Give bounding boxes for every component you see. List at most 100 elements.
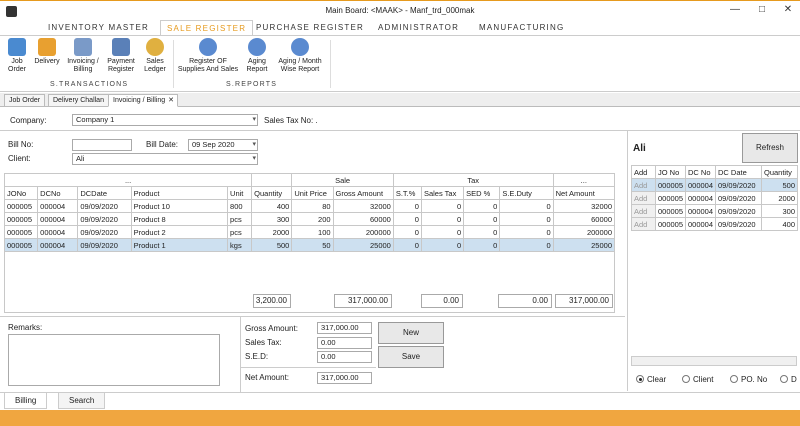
register-report-label: Register OF Supplies And Sales — [177, 58, 239, 73]
invoicing-billing-button[interactable]: Invoicing / Billing — [66, 38, 100, 74]
total-sales-tax: 0.00 — [421, 294, 463, 308]
cell[interactable]: 09/09/2020 — [715, 204, 762, 218]
bill-no-input[interactable] — [72, 139, 132, 151]
table-row-selected[interactable]: Add 000005 000004 09/09/2020 500 — [631, 178, 798, 192]
cell[interactable]: 000004 — [685, 178, 716, 192]
payment-register-icon — [112, 38, 130, 56]
delivery-button[interactable]: Delivery — [33, 38, 61, 66]
cell[interactable]: 000005 — [655, 178, 686, 192]
sed-label: S.E.D: — [245, 352, 269, 361]
company-select[interactable]: Company 1 ▾ — [72, 114, 258, 126]
cell[interactable]: 300 — [761, 204, 798, 218]
horizontal-scrollbar[interactable] — [631, 356, 797, 366]
payment-register-label: Payment Register — [107, 58, 135, 73]
divider — [0, 130, 800, 131]
radio-po-no[interactable]: PO. No — [730, 375, 767, 384]
job-order-button[interactable]: Job Order — [3, 38, 31, 74]
minimize-button[interactable]: — — [728, 4, 742, 16]
aging-report-button[interactable]: Aging Report — [243, 38, 271, 74]
sales-ledger-label: Sales Ledger — [144, 58, 166, 73]
col-header[interactable]: Quantity — [761, 165, 798, 179]
tab-search[interactable]: Search — [58, 393, 106, 409]
doc-tab-delivery-challan[interactable]: Delivery Challan — [48, 94, 109, 107]
new-button[interactable]: New — [378, 322, 444, 344]
total-quantity: 3,200.00 — [253, 294, 291, 308]
radio-d[interactable]: D — [780, 375, 797, 384]
delivery-icon — [38, 38, 56, 56]
add-row-button[interactable]: Add — [631, 191, 656, 205]
cell[interactable]: 000005 — [655, 204, 686, 218]
tab-purchase-register[interactable]: PURCHASE REGISTER — [250, 20, 370, 35]
bill-no-label: Bill No: — [8, 140, 34, 149]
delivery-label: Delivery — [34, 58, 60, 65]
transactions-group-label: S.TRANSACTIONS — [50, 81, 129, 88]
cell[interactable]: 09/09/2020 — [715, 217, 762, 231]
sales-tax-label: Sales Tax No: . — [264, 116, 318, 125]
cell[interactable]: 000004 — [685, 191, 716, 205]
aging-month-report-button[interactable]: Aging / Month Wise Report — [274, 38, 326, 74]
table-row[interactable]: Add 000005 000004 09/09/2020 2000 — [631, 191, 798, 205]
cell[interactable]: 09/09/2020 — [715, 178, 762, 192]
ribbon-separator — [173, 40, 174, 88]
ribbon: Job Order Delivery Invoicing / Billing P… — [0, 35, 800, 92]
tab-administrator[interactable]: ADMINISTRATOR — [372, 20, 465, 35]
chevron-down-icon: ▾ — [252, 116, 256, 123]
company-label: Company: — [10, 116, 47, 125]
net-amount-label: Net Amount: — [245, 373, 290, 382]
cell[interactable]: 000004 — [685, 217, 716, 231]
close-tab-icon[interactable]: ✕ — [168, 95, 174, 107]
tab-billing[interactable]: Billing — [4, 393, 48, 409]
add-row-button[interactable]: Add — [631, 217, 656, 231]
bill-date-picker[interactable]: 09 Sep 2020 ▾ — [188, 139, 258, 151]
col-header[interactable]: Add — [631, 165, 656, 179]
grid-frame — [4, 173, 615, 313]
ribbon-separator — [330, 40, 331, 88]
refresh-button[interactable]: Refresh — [742, 133, 798, 163]
col-header[interactable]: JO No — [655, 165, 686, 179]
gross-amount-field: 317,000.00 — [317, 322, 372, 334]
total-gross: 317,000.00 — [334, 294, 392, 308]
table-row[interactable]: Add 000005 000004 09/09/2020 400 — [631, 217, 798, 231]
total-net: 317,000.00 — [555, 294, 613, 308]
doc-tab-invoicing-billing[interactable]: Invoicing / Billing ✕ — [108, 94, 178, 107]
close-window-button[interactable]: ✕ — [781, 4, 795, 16]
client-select[interactable]: Ali ▾ — [72, 153, 258, 165]
document-tabs: Job Order Delivery Challan Invoicing / B… — [0, 93, 800, 107]
register-report-icon — [199, 38, 217, 56]
divider — [241, 367, 376, 368]
save-button[interactable]: Save — [378, 346, 444, 368]
cell[interactable]: 400 — [761, 217, 798, 231]
total-sed: 0.00 — [498, 294, 552, 308]
add-row-button[interactable]: Add — [631, 178, 656, 192]
doc-tab-job-order[interactable]: Job Order — [4, 94, 46, 107]
sales-ledger-button[interactable]: Sales Ledger — [141, 38, 169, 74]
cell[interactable]: 000005 — [655, 217, 686, 231]
payment-register-button[interactable]: Payment Register — [104, 38, 138, 74]
maximize-button[interactable]: □ — [755, 4, 769, 16]
invoicing-label: Invoicing / Billing — [67, 58, 99, 73]
tab-manufacturing[interactable]: MANUFACTURING — [473, 20, 570, 35]
cell[interactable]: 09/09/2020 — [715, 191, 762, 205]
radio-client[interactable]: Client — [682, 375, 713, 384]
company-value: Company 1 — [76, 115, 115, 124]
gross-amount-label: Gross Amount: — [245, 324, 298, 333]
cell[interactable]: 500 — [761, 178, 798, 192]
net-amount-field: 317,000.00 — [317, 372, 372, 384]
client-label: Client: — [8, 154, 31, 163]
register-of-supplies-button[interactable]: Register OF Supplies And Sales — [177, 38, 239, 74]
sed-field: 0.00 — [317, 351, 372, 363]
sales-tax-total-label: Sales Tax: — [245, 338, 282, 347]
tab-inventory-master[interactable]: INVENTORY MASTER — [42, 20, 155, 35]
tab-sale-register[interactable]: SALE REGISTER — [160, 20, 254, 35]
radio-icon — [780, 375, 788, 383]
table-row[interactable]: Add 000005 000004 09/09/2020 300 — [631, 204, 798, 218]
radio-clear[interactable]: Clear — [636, 375, 666, 384]
cell[interactable]: 000005 — [655, 191, 686, 205]
divider — [240, 317, 241, 392]
remarks-textarea[interactable] — [8, 334, 220, 386]
add-row-button[interactable]: Add — [631, 204, 656, 218]
cell[interactable]: 000004 — [685, 204, 716, 218]
cell[interactable]: 2000 — [761, 191, 798, 205]
col-header[interactable]: DC Date — [715, 165, 762, 179]
col-header[interactable]: DC No — [685, 165, 716, 179]
